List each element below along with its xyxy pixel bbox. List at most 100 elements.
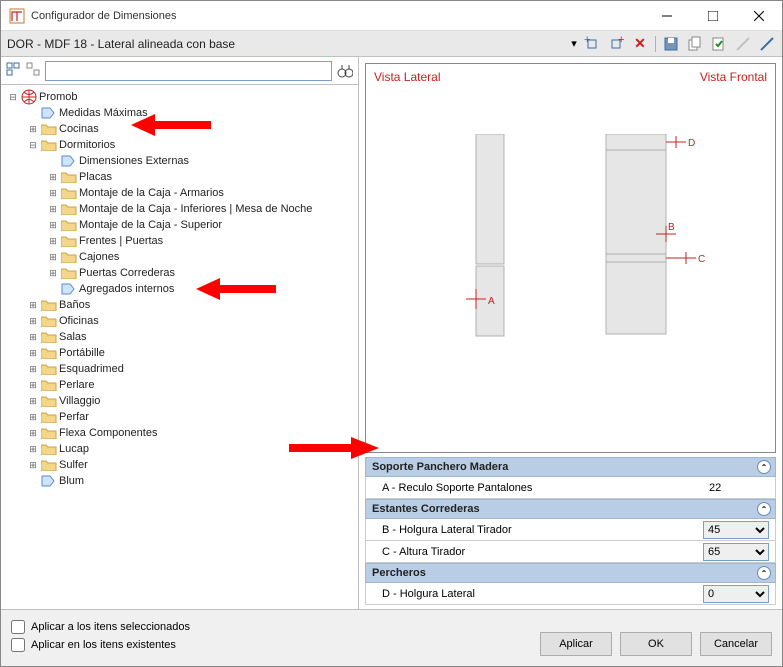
collapse-icon[interactable]: ⌃ (757, 566, 771, 580)
expander-icon[interactable]: ⊞ (47, 169, 59, 185)
property-value-select[interactable]: 65 (703, 543, 769, 561)
tree-item-label: Esquadrimed (59, 361, 124, 377)
property-group-header[interactable]: Soporte Panchero Madera⌃ (365, 457, 776, 477)
property-group-header[interactable]: Estantes Correderas⌃ (365, 499, 776, 519)
tree-item-label: Agregados internos (79, 281, 174, 297)
expander-icon[interactable]: ⊞ (27, 425, 39, 441)
tree-item[interactable]: ⊞Montaje de la Caja - Superior (7, 217, 356, 233)
cancel-button[interactable]: Cancelar (700, 632, 772, 656)
apply-icon[interactable] (710, 35, 728, 53)
tree-view[interactable]: ⊟ Promob+Medidas Máximas⊞Cocinas⊟Dormitor… (1, 85, 358, 611)
tree-item[interactable]: ⊞Sulfer (7, 457, 356, 473)
tree-root-node[interactable]: ⊟ Promob (7, 89, 356, 105)
property-label: B - Holgura Lateral Tirador (372, 524, 703, 536)
expander-icon[interactable]: ⊞ (47, 265, 59, 281)
folder-icon (41, 346, 57, 360)
context-label: DOR - MDF 18 - Lateral alineada con base (7, 37, 565, 51)
expander-icon[interactable]: ⊟ (27, 137, 39, 153)
tree-item[interactable]: +Blum (7, 473, 356, 489)
tree-item[interactable]: ⊞Cajones (7, 249, 356, 265)
expander-icon[interactable]: ⊞ (27, 393, 39, 409)
property-value-select[interactable]: 45 (703, 521, 769, 539)
expander-icon[interactable]: ⊞ (47, 249, 59, 265)
tree-item[interactable]: ⊞ Montaje de la Caja - Armarios (7, 185, 356, 201)
window-title: Configurador de Dimensiones (31, 10, 644, 22)
link-icon[interactable] (758, 35, 776, 53)
tree-item-label: Montaje de la Caja - Inferiores | Mesa d… (79, 201, 312, 217)
close-button[interactable] (736, 1, 782, 31)
tree-item-label: Blum (59, 473, 84, 489)
tree-item-label: Portábille (59, 345, 105, 361)
expander-icon[interactable]: ⊞ (47, 217, 59, 233)
expander-icon[interactable]: ⊞ (27, 313, 39, 329)
property-group-header[interactable]: Percheros⌃ (365, 563, 776, 583)
tree-item[interactable]: ⊞ Puertas Correderas (7, 265, 356, 281)
tree-item[interactable]: ⊞Salas (7, 329, 356, 345)
collapse-icon[interactable]: ⌃ (757, 460, 771, 474)
tree-item[interactable]: ⊞ Oficinas (7, 313, 356, 329)
collapse-icon[interactable]: ⌃ (757, 502, 771, 516)
delete-icon[interactable]: ✕ (631, 35, 649, 53)
globe-icon (21, 90, 37, 104)
ok-button[interactable]: OK (620, 632, 692, 656)
tree-item[interactable]: ⊞ Frentes | Puertas (7, 233, 356, 249)
expander-icon[interactable]: ⊞ (27, 121, 39, 137)
maximize-button[interactable] (690, 1, 736, 31)
minimize-button[interactable] (644, 1, 690, 31)
tree-item-label: Oficinas (59, 313, 99, 329)
expander-icon[interactable]: ⊞ (47, 201, 59, 217)
tree-item[interactable]: ⊞ Esquadrimed (7, 361, 356, 377)
tree-item[interactable]: ⊞Cocinas (7, 121, 356, 137)
tree-item-label: Promob (39, 89, 78, 105)
tree-item[interactable]: +Agregados internos (7, 281, 356, 297)
tree-item[interactable]: +Medidas Máximas (7, 105, 356, 121)
apply-selected-checkbox[interactable] (11, 620, 25, 634)
tree-item-label: Frentes | Puertas (79, 233, 163, 249)
apply-existing-checkbox[interactable] (11, 638, 25, 652)
tree-expand-icon[interactable] (5, 61, 21, 80)
expander-icon[interactable]: ⊞ (27, 297, 39, 313)
tree-item[interactable]: ⊞Placas (7, 169, 356, 185)
expander-icon[interactable]: ⊞ (27, 441, 39, 457)
add-left-icon[interactable]: + (583, 35, 601, 53)
tree-item[interactable]: ⊞ Montaje de la Caja - Inferiores | Mesa … (7, 201, 356, 217)
expander-icon[interactable]: ⊟ (7, 89, 19, 105)
tree-item[interactable]: ⊞Perlare (7, 377, 356, 393)
expander-icon[interactable]: ⊞ (27, 457, 39, 473)
add-right-icon[interactable]: + (607, 35, 625, 53)
folder-icon (41, 314, 57, 328)
expander-icon[interactable]: ⊞ (27, 345, 39, 361)
tree-item[interactable]: ⊞Perfar (7, 409, 356, 425)
tree-item[interactable]: ⊞Baños (7, 297, 356, 313)
folder-icon (61, 234, 77, 248)
expander-icon[interactable]: ⊞ (27, 409, 39, 425)
tag-icon (61, 154, 77, 168)
dropdown-icon[interactable]: ▾ (565, 35, 583, 53)
folder-icon (61, 218, 77, 232)
tree-item[interactable]: ⊞Lucap (7, 441, 356, 457)
search-input[interactable] (45, 61, 332, 81)
tree-item[interactable]: ⊞Flexa Componentes (7, 425, 356, 441)
expander-icon[interactable]: ⊞ (47, 185, 59, 201)
expander-icon[interactable]: ⊞ (27, 377, 39, 393)
tree-item[interactable]: +Dimensiones Externas (7, 153, 356, 169)
apply-button[interactable]: Aplicar (540, 632, 612, 656)
tree-item[interactable]: ⊞ Portábille (7, 345, 356, 361)
property-value-select[interactable]: 0 (703, 585, 769, 603)
expander-icon[interactable]: ⊞ (27, 329, 39, 345)
link-off-icon[interactable] (734, 35, 752, 53)
tree-item-label: Puertas Correderas (79, 265, 175, 281)
tree-item-label: Montaje de la Caja - Armarios (79, 185, 224, 201)
expander-icon[interactable]: ⊞ (47, 233, 59, 249)
expander-icon[interactable]: ⊞ (27, 361, 39, 377)
binoculars-icon[interactable] (336, 62, 354, 80)
folder-icon (41, 426, 57, 440)
property-value: 22 (709, 482, 769, 494)
tree-item[interactable]: ⊟Dormitorios (7, 137, 356, 153)
tree-item[interactable]: ⊞Villaggio (7, 393, 356, 409)
copy-icon[interactable] (686, 35, 704, 53)
folder-icon (41, 410, 57, 424)
save-icon[interactable] (662, 35, 680, 53)
tree-collapse-icon[interactable] (25, 61, 41, 80)
folder-icon (41, 442, 57, 456)
